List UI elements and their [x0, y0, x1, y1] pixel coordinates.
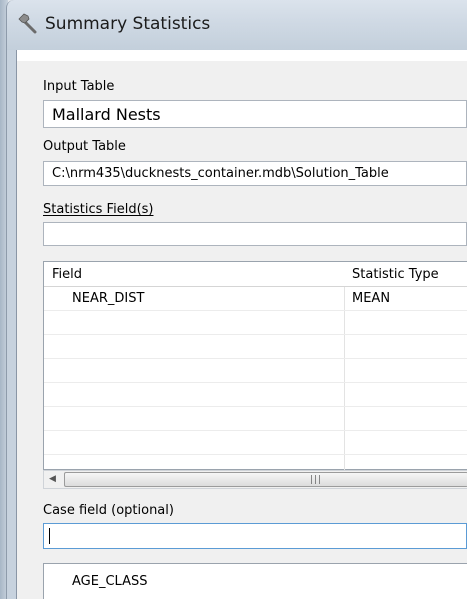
text-caret	[49, 528, 50, 544]
table-row[interactable]	[44, 431, 467, 455]
grid-header: Field Statistic Type	[44, 262, 467, 287]
table-row[interactable]	[44, 311, 467, 335]
scroll-thumb[interactable]: |||	[64, 472, 467, 487]
table-row[interactable]	[44, 335, 467, 359]
case-field-list[interactable]: AGE_CLASS	[43, 563, 467, 599]
grip-icon: |||	[310, 475, 323, 485]
input-table-value: Mallard Nests	[52, 105, 161, 124]
table-row[interactable]	[44, 359, 467, 383]
column-header-statistic-type[interactable]: Statistic Type	[352, 267, 439, 282]
input-table-label: Input Table	[43, 79, 115, 94]
table-row[interactable]	[44, 383, 467, 407]
column-header-field[interactable]: Field	[52, 267, 82, 282]
output-table-field[interactable]: C:\nrm435\ducknests_container.mdb\Soluti…	[43, 161, 467, 186]
statistics-fields-label: Statistics Field(s)	[43, 202, 154, 217]
title-bar[interactable]: Summary Statistics	[6, 0, 467, 50]
output-table-label: Output Table	[43, 139, 126, 154]
hammer-icon	[17, 12, 39, 34]
statistic-type-cell[interactable]: MEAN	[352, 291, 390, 306]
statistics-field-combobox[interactable]	[43, 222, 467, 246]
list-item[interactable]: AGE_CLASS	[72, 574, 147, 589]
window-title: Summary Statistics	[45, 14, 211, 34]
output-table-value: C:\nrm435\ducknests_container.mdb\Soluti…	[52, 166, 389, 181]
table-row[interactable]: NEAR_DIST MEAN	[44, 287, 467, 311]
scroll-left-icon[interactable]: ◀	[44, 471, 61, 488]
window-frame	[6, 50, 16, 599]
field-cell[interactable]: NEAR_DIST	[72, 291, 144, 306]
input-table-combobox[interactable]: Mallard Nests	[43, 100, 467, 128]
table-row[interactable]	[44, 407, 467, 431]
case-field-label: Case field (optional)	[43, 503, 174, 518]
horizontal-scrollbar[interactable]: ◀ |||	[43, 470, 467, 489]
case-field-input[interactable]	[43, 523, 467, 549]
statistics-grid[interactable]: Field Statistic Type NEAR_DIST MEAN	[43, 261, 467, 471]
